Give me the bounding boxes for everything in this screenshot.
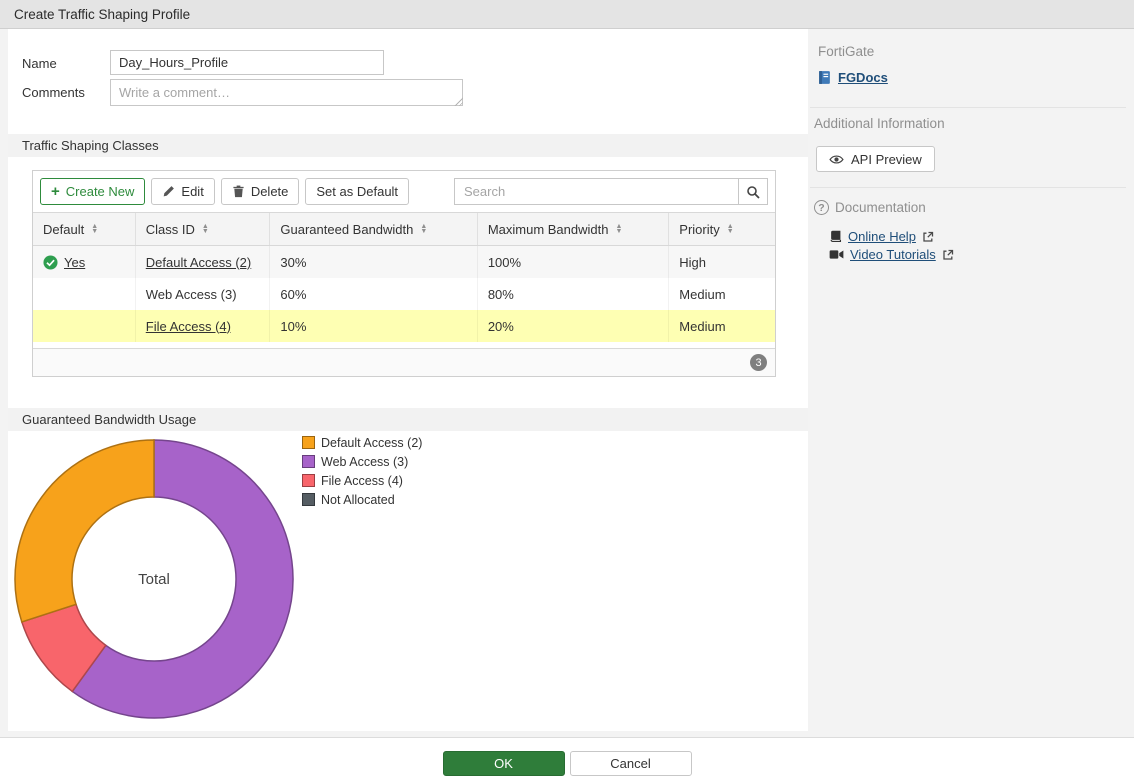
ok-button[interactable]: OK bbox=[443, 751, 565, 776]
name-input[interactable] bbox=[110, 50, 384, 75]
class-id-link[interactable]: File Access (4) bbox=[146, 319, 231, 334]
priority-value: High bbox=[679, 255, 706, 270]
api-preview-button[interactable]: API Preview bbox=[816, 146, 935, 172]
legend-swatch bbox=[302, 455, 315, 468]
online-help-row: Online Help bbox=[829, 229, 934, 244]
search-box bbox=[454, 178, 768, 205]
dialog-footer: OK Cancel bbox=[0, 737, 1134, 783]
maximum-value: 20% bbox=[488, 319, 514, 334]
default-cell bbox=[33, 278, 136, 310]
default-yes-link[interactable]: Yes bbox=[64, 255, 85, 270]
fgdocs-row: FGDocs bbox=[817, 70, 888, 85]
name-label: Name bbox=[22, 56, 57, 71]
documentation-label: Documentation bbox=[835, 200, 926, 215]
legend-swatch bbox=[302, 493, 315, 506]
section-title: Guaranteed Bandwidth Usage bbox=[22, 412, 196, 427]
column-header-default[interactable]: Default ▲▼ bbox=[33, 213, 136, 245]
column-header-priority[interactable]: Priority ▲▼ bbox=[669, 213, 775, 245]
section-title: Traffic Shaping Classes bbox=[22, 138, 159, 153]
guaranteed-value: 30% bbox=[280, 255, 306, 270]
legend-swatch bbox=[302, 474, 315, 487]
legend-item: Default Access (2) bbox=[302, 433, 422, 452]
default-cell: Yes bbox=[33, 246, 136, 278]
table-header-row: Default ▲▼ Class ID ▲▼ Guaranteed Bandwi… bbox=[33, 212, 775, 246]
chart-center-label: Total bbox=[138, 571, 170, 588]
maximum-value: 80% bbox=[488, 287, 514, 302]
additional-information-label: Additional Information bbox=[814, 116, 945, 131]
trash-icon bbox=[232, 185, 245, 198]
default-cell bbox=[33, 310, 136, 342]
main-panel: Name Comments Traffic Shaping Classes + … bbox=[8, 29, 808, 731]
cancel-button[interactable]: Cancel bbox=[570, 751, 692, 776]
create-new-label: Create New bbox=[66, 184, 135, 199]
table-row-highlighted[interactable]: File Access (4) 10% 20% Medium bbox=[33, 310, 775, 342]
api-preview-label: API Preview bbox=[851, 152, 922, 167]
legend-swatch bbox=[302, 436, 315, 449]
document-icon bbox=[817, 70, 832, 85]
sort-icon: ▲▼ bbox=[727, 224, 734, 234]
donut-segment bbox=[15, 440, 154, 622]
eye-icon bbox=[829, 154, 844, 165]
fgdocs-link[interactable]: FGDocs bbox=[838, 70, 888, 85]
legend-item: Not Allocated bbox=[302, 490, 422, 509]
book-icon bbox=[829, 230, 842, 243]
row-count-badge: 3 bbox=[750, 354, 767, 371]
sidebar-divider bbox=[810, 107, 1126, 108]
create-new-button[interactable]: + Create New bbox=[40, 178, 145, 205]
guaranteed-value: 10% bbox=[280, 319, 306, 334]
comments-label: Comments bbox=[22, 85, 85, 100]
search-input[interactable] bbox=[454, 178, 739, 205]
set-as-default-button[interactable]: Set as Default bbox=[305, 178, 409, 205]
video-tutorials-row: Video Tutorials bbox=[829, 247, 954, 262]
edit-button[interactable]: Edit bbox=[151, 178, 214, 205]
question-circle-icon: ? bbox=[814, 200, 829, 215]
sort-icon: ▲▼ bbox=[420, 224, 427, 234]
column-header-guaranteed-bandwidth[interactable]: Guaranteed Bandwidth ▲▼ bbox=[270, 213, 477, 245]
external-link-icon bbox=[942, 249, 954, 261]
table-row[interactable]: Web Access (3) 60% 80% Medium bbox=[33, 278, 775, 310]
class-id-text[interactable]: Web Access (3) bbox=[146, 287, 237, 302]
dialog-titlebar: Create Traffic Shaping Profile bbox=[0, 0, 1134, 29]
sort-icon: ▲▼ bbox=[91, 224, 98, 234]
set-as-default-label: Set as Default bbox=[316, 184, 398, 199]
bandwidth-donut-chart: Total bbox=[8, 433, 300, 725]
table-row[interactable]: Yes Default Access (2) 30% 100% High bbox=[33, 246, 775, 278]
delete-button[interactable]: Delete bbox=[221, 178, 300, 205]
class-id-link[interactable]: Default Access (2) bbox=[146, 255, 252, 270]
delete-label: Delete bbox=[251, 184, 289, 199]
legend-item: Web Access (3) bbox=[302, 452, 422, 471]
traffic-shaping-classes-section-header: Traffic Shaping Classes bbox=[8, 134, 808, 157]
priority-value: Medium bbox=[679, 319, 725, 334]
column-header-maximum-bandwidth[interactable]: Maximum Bandwidth ▲▼ bbox=[478, 213, 669, 245]
sort-icon: ▲▼ bbox=[615, 224, 622, 234]
documentation-row: ? Documentation bbox=[814, 200, 926, 215]
maximum-value: 100% bbox=[488, 255, 521, 270]
sidebar-divider bbox=[810, 187, 1126, 188]
fortigate-section-label: FortiGate bbox=[818, 44, 874, 59]
table-body: Yes Default Access (2) 30% 100% High Web… bbox=[33, 246, 775, 342]
column-header-class-id[interactable]: Class ID ▲▼ bbox=[136, 213, 271, 245]
online-help-link[interactable]: Online Help bbox=[848, 229, 916, 244]
priority-value: Medium bbox=[679, 287, 725, 302]
plus-icon: + bbox=[51, 184, 60, 199]
traffic-classes-table: + Create New Edit Delete Set as Default bbox=[32, 170, 776, 377]
page-title: Create Traffic Shaping Profile bbox=[14, 7, 190, 22]
check-circle-icon bbox=[43, 255, 58, 270]
sort-icon: ▲▼ bbox=[202, 224, 209, 234]
table-footer: 3 bbox=[33, 348, 775, 376]
video-camera-icon bbox=[829, 249, 844, 260]
video-tutorials-link[interactable]: Video Tutorials bbox=[850, 247, 936, 262]
comments-input[interactable] bbox=[110, 79, 463, 106]
table-toolbar: + Create New Edit Delete Set as Default bbox=[33, 171, 775, 212]
chart-legend: Default Access (2) Web Access (3) File A… bbox=[302, 433, 422, 509]
search-button[interactable] bbox=[739, 178, 768, 205]
guaranteed-value: 60% bbox=[280, 287, 306, 302]
bandwidth-usage-section-header: Guaranteed Bandwidth Usage bbox=[8, 408, 808, 431]
edit-label: Edit bbox=[181, 184, 203, 199]
legend-item: File Access (4) bbox=[302, 471, 422, 490]
external-link-icon bbox=[922, 231, 934, 243]
pencil-icon bbox=[162, 185, 175, 198]
search-icon bbox=[746, 185, 760, 199]
